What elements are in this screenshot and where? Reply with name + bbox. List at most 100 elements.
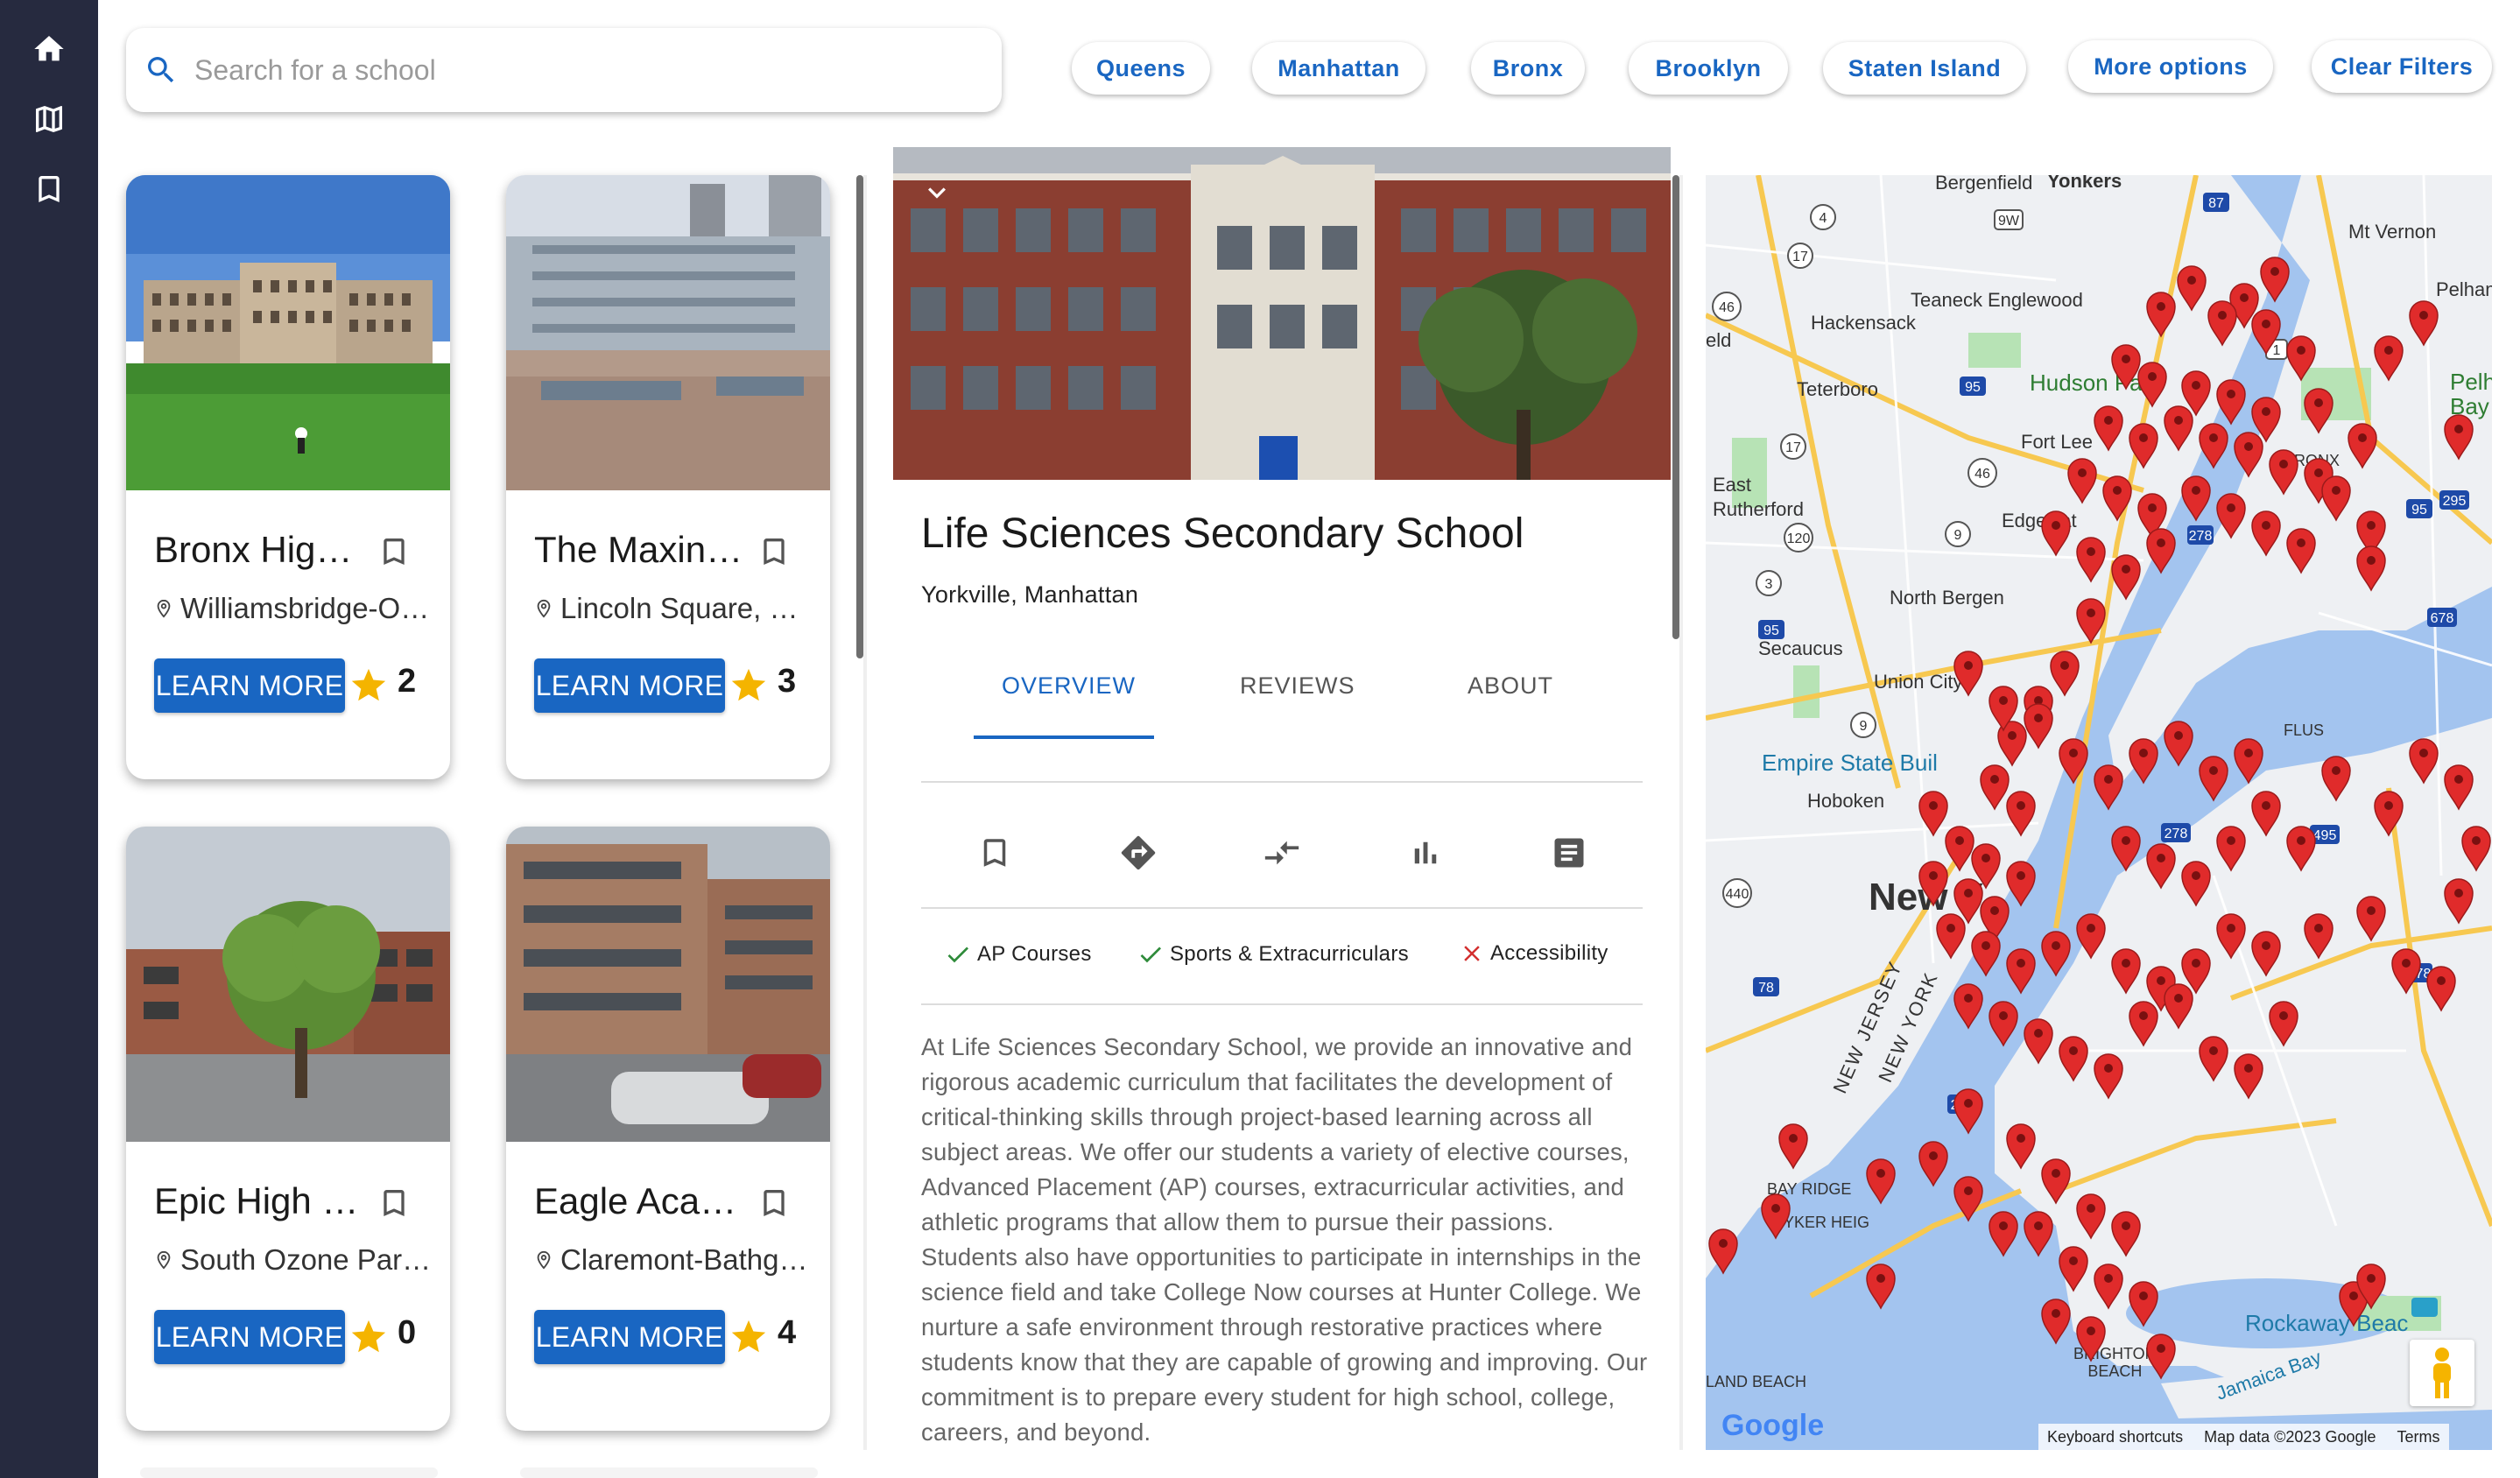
map-pin[interactable] bbox=[2426, 966, 2456, 1012]
school-name[interactable]: The Maxine Greene HS bbox=[534, 529, 744, 571]
map-pin[interactable] bbox=[2181, 475, 2211, 522]
school-card[interactable]: Eagle Academy Claremont-Bathgate, Bronx … bbox=[506, 827, 830, 1431]
compare-icon[interactable] bbox=[1261, 832, 1303, 874]
map-pin[interactable] bbox=[1980, 764, 2010, 811]
map-pin[interactable] bbox=[2391, 948, 2421, 995]
school-name[interactable]: Eagle Academy bbox=[534, 1180, 744, 1222]
map-pin[interactable] bbox=[2409, 300, 2439, 347]
map-pin[interactable] bbox=[2177, 265, 2207, 312]
map-pin[interactable] bbox=[2234, 738, 2263, 785]
map-pin[interactable] bbox=[2444, 878, 2474, 925]
map-pin[interactable] bbox=[2041, 1158, 2071, 1205]
map-pin[interactable] bbox=[1953, 1088, 1983, 1135]
map-pin[interactable] bbox=[2129, 1001, 2158, 1047]
school-pins[interactable] bbox=[1706, 175, 2492, 1450]
school-card[interactable]: Epic High School South Ozone Park, Queen… bbox=[126, 827, 450, 1431]
map-pin[interactable] bbox=[2164, 983, 2193, 1030]
filter-chip-queens[interactable]: Queens bbox=[1072, 42, 1210, 95]
search-input[interactable] bbox=[194, 53, 965, 87]
map-pin[interactable] bbox=[1953, 983, 1983, 1030]
school-card[interactable]: Bronx High School of Science Williamsbri… bbox=[126, 175, 450, 779]
tab-overview[interactable]: OVERVIEW bbox=[1002, 672, 1136, 700]
map-pin[interactable] bbox=[2094, 764, 2123, 811]
map-pin[interactable] bbox=[2146, 1334, 2176, 1380]
map-pin[interactable] bbox=[2374, 335, 2404, 382]
map-pin[interactable] bbox=[2059, 1036, 2088, 1082]
bookmark-icon[interactable] bbox=[377, 534, 412, 574]
map-pin[interactable] bbox=[2269, 449, 2298, 496]
map-pin[interactable] bbox=[2304, 388, 2333, 434]
map-pin[interactable] bbox=[2076, 1193, 2106, 1240]
map-pin[interactable] bbox=[2024, 1211, 2053, 1257]
tab-reviews[interactable]: REVIEWS bbox=[1240, 672, 1355, 700]
detail-scrollbar[interactable] bbox=[1672, 175, 1679, 639]
learn-more-button[interactable]: LEARN MORE bbox=[534, 658, 725, 713]
map-pin[interactable] bbox=[2409, 738, 2439, 785]
map-pin[interactable] bbox=[1918, 861, 1948, 907]
map-pin[interactable] bbox=[1918, 791, 1948, 837]
map-pin[interactable] bbox=[2444, 414, 2474, 461]
bar-chart-icon[interactable] bbox=[1404, 832, 1447, 874]
map-pin[interactable] bbox=[2129, 1281, 2158, 1327]
map-pin[interactable] bbox=[2111, 948, 2141, 995]
map-view[interactable]: 4 17 46 17 120 3 9 46 9 440 9W 87 95 95 … bbox=[1706, 175, 2492, 1450]
bookmark-icon[interactable] bbox=[32, 172, 67, 207]
map-icon[interactable] bbox=[32, 102, 67, 137]
map-pin[interactable] bbox=[1953, 1176, 1983, 1222]
map-pin[interactable] bbox=[2234, 432, 2263, 478]
home-icon[interactable] bbox=[32, 32, 67, 67]
chevron-down-icon[interactable] bbox=[919, 175, 954, 210]
map-pin[interactable] bbox=[2006, 948, 2036, 995]
clear-filters-button[interactable]: Clear Filters bbox=[2312, 40, 2492, 93]
map-pin[interactable] bbox=[2199, 1036, 2228, 1082]
map-pin[interactable] bbox=[1708, 1228, 1738, 1275]
map-pin[interactable] bbox=[2067, 458, 2097, 504]
map-pin[interactable] bbox=[2076, 598, 2106, 644]
filter-chip-brooklyn[interactable]: Brooklyn bbox=[1629, 42, 1788, 95]
bookmark-icon[interactable] bbox=[377, 1186, 412, 1225]
map-pin[interactable] bbox=[2041, 510, 2071, 557]
map-pin[interactable] bbox=[2286, 335, 2316, 382]
map-pin[interactable] bbox=[2006, 791, 2036, 837]
school-card[interactable]: The Maxine Greene HS Lincoln Square, Man… bbox=[506, 175, 830, 779]
school-name[interactable]: Bronx High School of Science bbox=[154, 529, 364, 571]
map-pin[interactable] bbox=[2269, 1001, 2298, 1047]
map-pin[interactable] bbox=[2146, 292, 2176, 338]
learn-more-button[interactable]: LEARN MORE bbox=[154, 658, 345, 713]
map-pin[interactable] bbox=[2164, 721, 2193, 767]
keyboard-shortcuts-link[interactable]: Keyboard shortcuts bbox=[2047, 1428, 2183, 1446]
map-pin[interactable] bbox=[1989, 1001, 2018, 1047]
map-pin[interactable] bbox=[2050, 651, 2080, 697]
article-icon[interactable] bbox=[1548, 832, 1590, 874]
map-pin[interactable] bbox=[2251, 791, 2281, 837]
map-pin[interactable] bbox=[2094, 405, 2123, 452]
tab-about[interactable]: ABOUT bbox=[1468, 672, 1553, 700]
search-bar[interactable] bbox=[126, 28, 1002, 112]
map-pin[interactable] bbox=[2251, 309, 2281, 355]
map-pin[interactable] bbox=[2024, 703, 2053, 750]
map-pin[interactable] bbox=[2304, 913, 2333, 960]
map-pin[interactable] bbox=[2286, 528, 2316, 574]
map-pin[interactable] bbox=[1918, 1141, 1948, 1187]
map-pin[interactable] bbox=[2076, 1316, 2106, 1362]
map-pin[interactable] bbox=[2111, 554, 2141, 601]
map-pin[interactable] bbox=[1778, 1123, 1808, 1170]
map-pin[interactable] bbox=[2006, 1123, 2036, 1170]
map-pin[interactable] bbox=[2111, 826, 2141, 872]
map-pin[interactable] bbox=[2111, 344, 2141, 391]
map-pin[interactable] bbox=[1945, 826, 1974, 872]
map-pin[interactable] bbox=[1989, 1211, 2018, 1257]
map-pin[interactable] bbox=[2059, 1246, 2088, 1292]
map-pin[interactable] bbox=[2199, 756, 2228, 802]
map-pin[interactable] bbox=[2024, 1018, 2053, 1065]
directions-icon[interactable] bbox=[1117, 832, 1159, 874]
map-pin[interactable] bbox=[1936, 913, 1966, 960]
map-pin[interactable] bbox=[2199, 423, 2228, 469]
filter-chip-bronx[interactable]: Bronx bbox=[1471, 42, 1585, 95]
map-pin[interactable] bbox=[2461, 826, 2491, 872]
map-pin[interactable] bbox=[2041, 931, 2071, 977]
map-pin[interactable] bbox=[2111, 1211, 2141, 1257]
map-pin[interactable] bbox=[2181, 861, 2211, 907]
map-pin[interactable] bbox=[2260, 257, 2290, 303]
map-pin[interactable] bbox=[1971, 931, 2001, 977]
